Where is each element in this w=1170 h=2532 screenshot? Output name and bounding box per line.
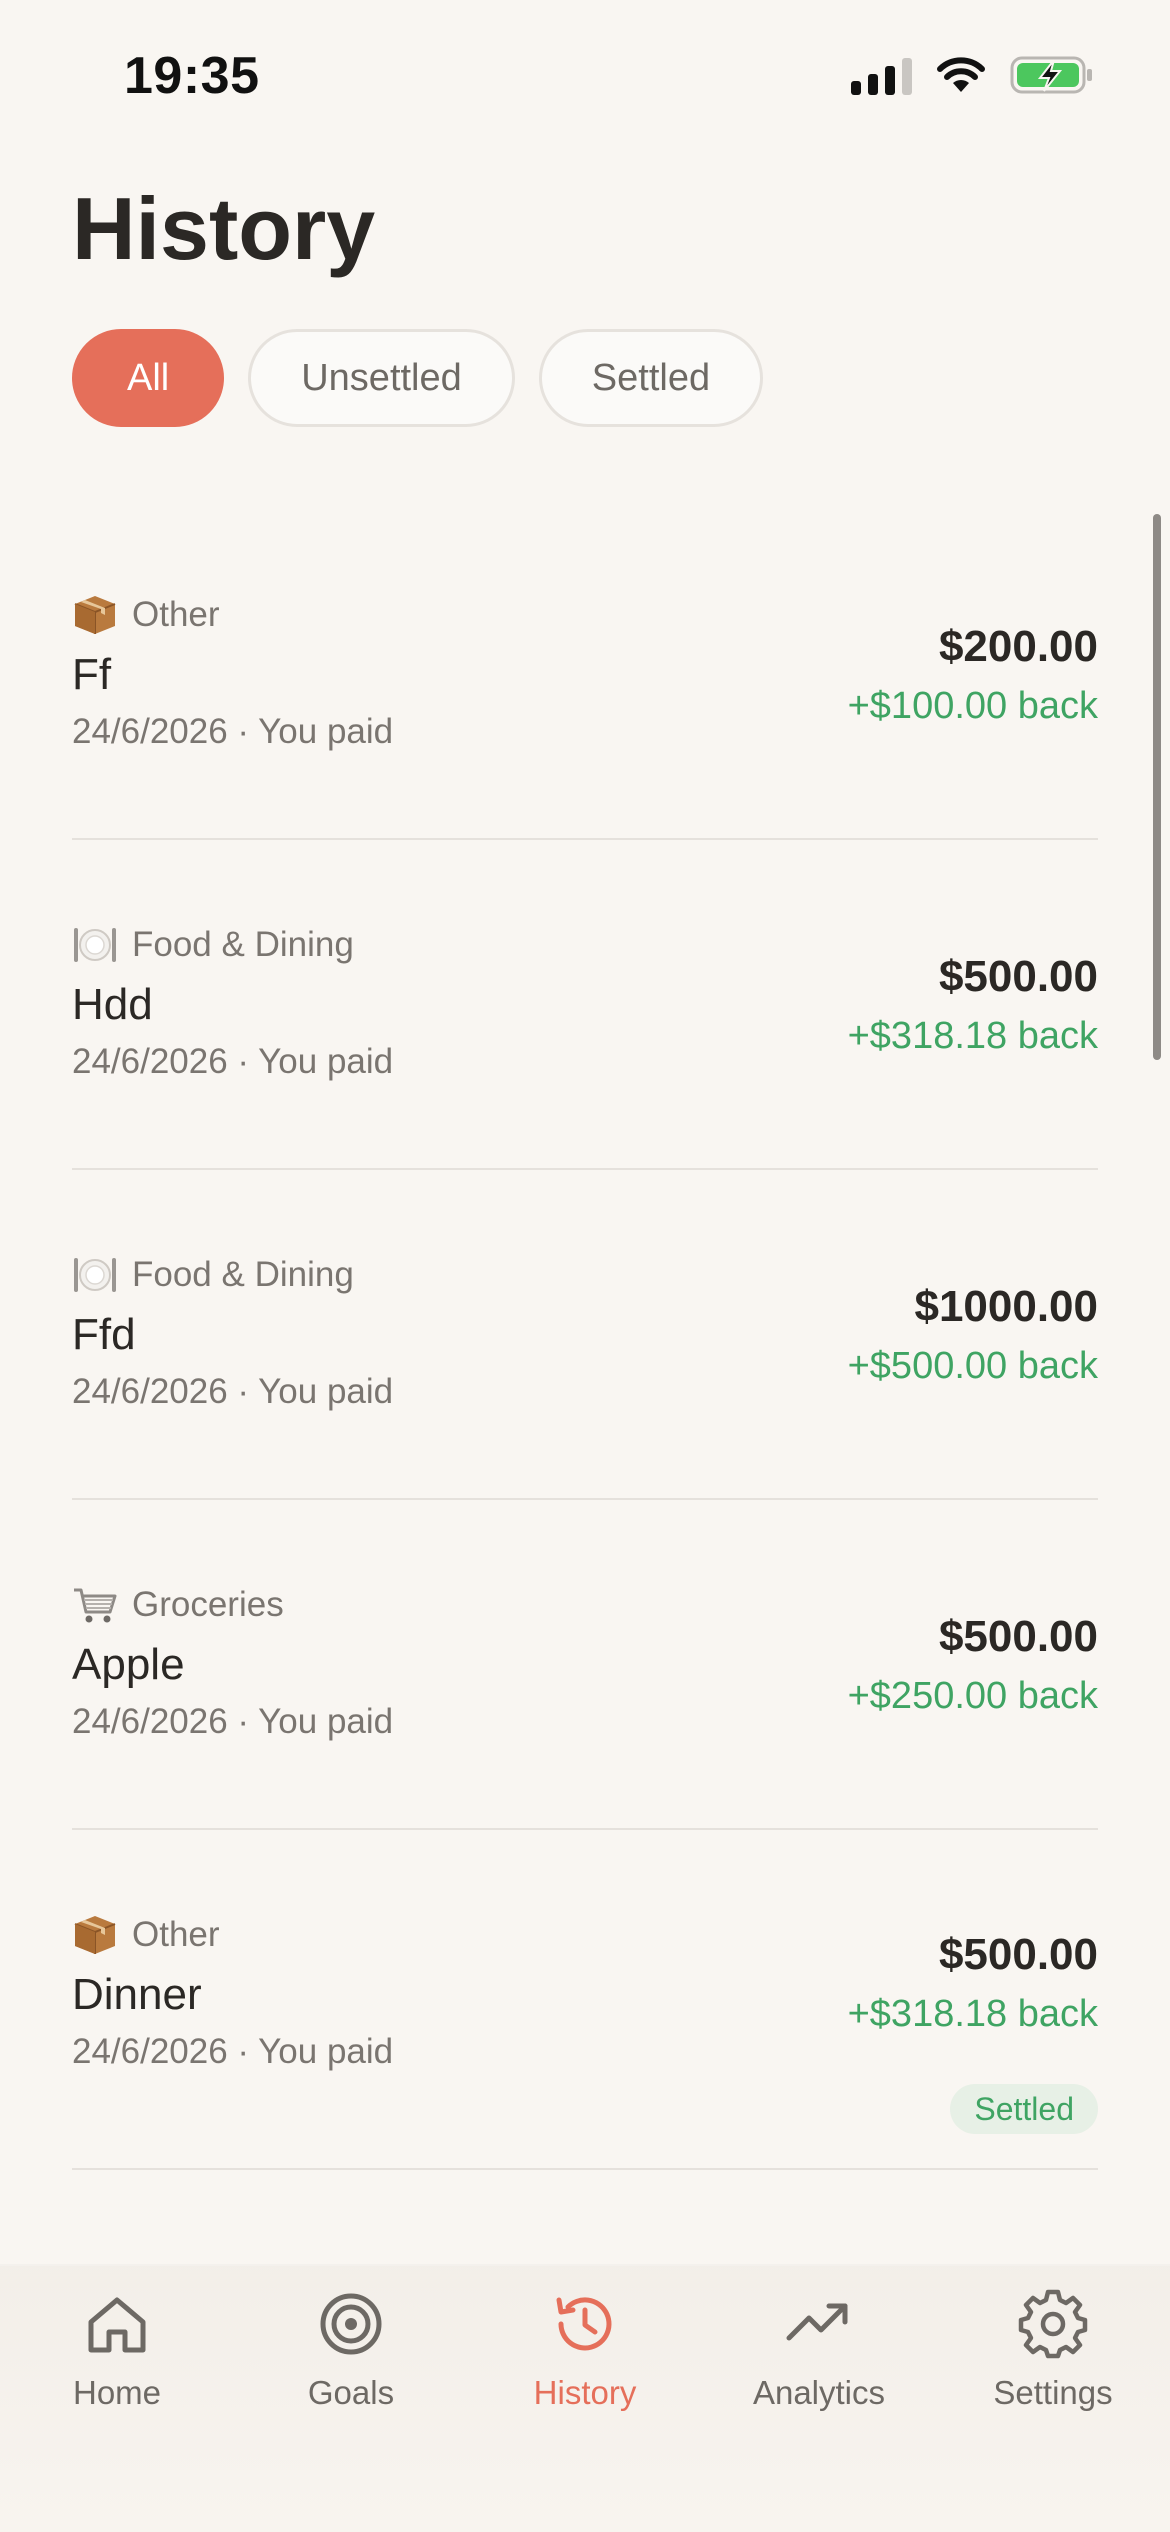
transaction-back-amount: +$100.00 back <box>847 685 1098 727</box>
status-bar: 19:35 <box>0 0 1170 150</box>
plate-icon <box>74 1258 116 1292</box>
category-label: Groceries <box>132 1585 284 1624</box>
transaction-amount: $200.00 <box>938 622 1098 671</box>
transaction-category: Other <box>72 594 220 636</box>
transaction-row[interactable]: Food & Dining Hdd 24/6/2026 · You paid $… <box>72 840 1098 1170</box>
plate-icon <box>74 928 116 962</box>
wifi-icon <box>937 57 985 92</box>
settled-badge: Settled <box>950 2084 1098 2134</box>
tab-analytics[interactable]: Analytics <box>702 2288 936 2428</box>
tab-label: Settings <box>993 2374 1113 2411</box>
tab-label: Home <box>72 2374 162 2411</box>
transaction-name: Ff <box>72 650 112 699</box>
transaction-back-amount: +$318.18 back <box>847 1993 1098 2035</box>
transaction-meta: 24/6/2026 · You paid <box>72 1372 394 1411</box>
transaction-name: Dinner <box>72 1970 202 2019</box>
scrollbar[interactable] <box>1153 514 1161 1060</box>
category-label: Food & Dining <box>132 925 354 964</box>
transaction-name: Ffd <box>72 1310 136 1359</box>
page-title: History <box>72 179 376 278</box>
transaction-name: Apple <box>72 1640 185 1689</box>
transaction-meta: 24/6/2026 · You paid <box>72 2032 394 2071</box>
filter-settled-chip[interactable]: Settled <box>538 329 764 427</box>
filter-unsettled-chip[interactable]: Unsettled <box>248 329 515 427</box>
transaction-amount: $500.00 <box>938 1930 1098 1979</box>
status-time: 19:35 <box>124 47 260 105</box>
target-icon <box>320 2293 382 2355</box>
history-icon <box>556 2297 612 2351</box>
home-icon <box>88 2297 146 2353</box>
filter-all-chip[interactable]: All <box>72 329 225 427</box>
category-label: Food & Dining <box>132 1255 354 1294</box>
status-icons <box>851 55 1094 95</box>
transaction-category: Food & Dining <box>72 1254 354 1296</box>
transaction-meta: 24/6/2026 · You paid <box>72 1042 394 1081</box>
package-icon <box>74 596 116 634</box>
package-icon <box>74 1916 116 1954</box>
battery-charging-icon <box>1010 56 1092 94</box>
cart-icon <box>74 1588 117 1623</box>
transaction-back-amount: +$250.00 back <box>847 1675 1098 1717</box>
tab-settings[interactable]: Settings <box>936 2288 1170 2428</box>
transaction-amount: $1000.00 <box>914 1282 1098 1331</box>
category-label: Other <box>132 1915 220 1954</box>
tab-label: Analytics <box>752 2374 886 2411</box>
transaction-meta: 24/6/2026 · You paid <box>72 1702 394 1741</box>
transaction-list: Other Ff 24/6/2026 · You paid $200.00 +$… <box>72 510 1098 2170</box>
tab-label: History <box>533 2374 637 2411</box>
tab-history[interactable]: History <box>468 2288 702 2428</box>
transaction-name: Hdd <box>72 980 153 1029</box>
filter-chips: All Unsettled Settled <box>72 329 764 427</box>
tab-home[interactable]: Home <box>0 2288 234 2428</box>
tab-label: Goals <box>307 2374 395 2411</box>
transaction-row[interactable]: Food & Dining Ffd 24/6/2026 · You paid $… <box>72 1170 1098 1500</box>
transaction-category: Other <box>72 1914 220 1956</box>
transaction-category: Food & Dining <box>72 924 354 966</box>
cellular-signal-icon <box>851 55 912 95</box>
transaction-amount: $500.00 <box>938 1612 1098 1661</box>
gear-icon <box>1018 2289 1088 2359</box>
transaction-meta: 24/6/2026 · You paid <box>72 712 394 751</box>
transaction-back-amount: +$500.00 back <box>847 1345 1098 1387</box>
transaction-amount: $500.00 <box>938 952 1098 1001</box>
transaction-row[interactable]: Other Dinner 24/6/2026 · You paid $500.0… <box>72 1830 1098 2170</box>
transaction-category: Groceries <box>72 1584 284 1626</box>
tab-bar: Home Goals History Analytics Settings <box>0 2266 1170 2532</box>
category-label: Other <box>132 595 220 634</box>
trend-up-icon <box>786 2303 848 2341</box>
transaction-back-amount: +$318.18 back <box>847 1015 1098 1057</box>
tab-goals[interactable]: Goals <box>234 2288 468 2428</box>
transaction-row[interactable]: Other Ff 24/6/2026 · You paid $200.00 +$… <box>72 510 1098 840</box>
transaction-row[interactable]: Groceries Apple 24/6/2026 · You paid $50… <box>72 1500 1098 1830</box>
